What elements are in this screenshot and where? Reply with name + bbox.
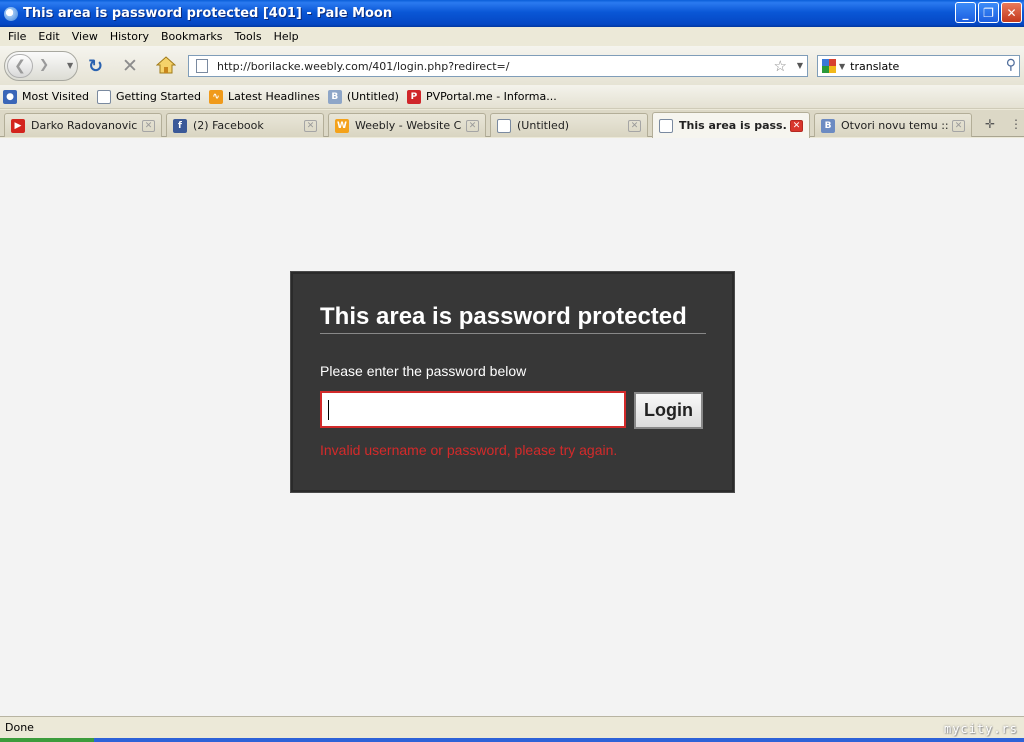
tab-facebook[interactable]: f (2) Facebook ✕ <box>166 113 324 137</box>
tab-password-protected[interactable]: This area is pass... ✕ <box>652 112 810 138</box>
bookmark-label: Latest Headlines <box>228 90 320 103</box>
menu-bookmarks[interactable]: Bookmarks <box>155 30 228 43</box>
tab-close-icon[interactable]: ✕ <box>466 119 479 132</box>
google-icon[interactable] <box>821 58 839 74</box>
tab-label: (2) Facebook <box>193 119 264 132</box>
tab-weebly[interactable]: W Weebly - Website Cr... ✕ <box>328 113 486 137</box>
taskbar-strip <box>0 738 1024 742</box>
bookmark-latest-headlines[interactable]: ∿ Latest Headlines <box>209 89 320 104</box>
weebly-favicon: W <box>335 118 349 133</box>
tab-close-icon[interactable]: ✕ <box>142 119 155 132</box>
tab-youtube[interactable]: ▶ Darko Radovanovic ... ✕ <box>4 113 162 137</box>
window-controls: _ ❐ ✕ <box>955 2 1022 23</box>
search-engine-dropdown-icon[interactable]: ▼ <box>839 62 845 71</box>
tab-label: (Untitled) <box>517 119 570 132</box>
tab-label: Otvori novu temu :: ... <box>841 119 948 132</box>
window-title-bar[interactable]: This area is password protected [401] - … <box>0 0 1024 27</box>
menu-file[interactable]: File <box>2 30 32 43</box>
tab-otvori-novu-temu[interactable]: B Otvori novu temu :: ... ✕ <box>814 113 972 137</box>
login-button[interactable]: Login <box>634 392 703 429</box>
forum-favicon: B <box>821 118 835 133</box>
error-message: Invalid username or password, please try… <box>320 442 618 458</box>
bookmark-label: Most Visited <box>22 90 89 103</box>
bookmark-star-icon[interactable]: ☆ <box>774 57 787 75</box>
forward-button[interactable]: ❯ <box>39 57 49 71</box>
reload-button[interactable]: ↻ <box>88 56 103 77</box>
tab-label: Weebly - Website Cr... <box>355 119 462 132</box>
menu-help[interactable]: Help <box>268 30 305 43</box>
login-panel: This area is password protected Please e… <box>290 271 735 493</box>
history-dropdown-icon[interactable]: ▼ <box>67 61 73 70</box>
facebook-favicon: f <box>173 118 187 133</box>
tab-label: Darko Radovanovic ... <box>31 119 138 132</box>
home-button[interactable] <box>155 56 177 77</box>
pvportal-favicon: P <box>406 89 421 104</box>
tab-close-icon[interactable]: ✕ <box>304 119 317 132</box>
tab-label: This area is pass... <box>679 119 786 132</box>
page-icon <box>96 89 111 104</box>
home-icon <box>155 56 177 74</box>
tab-untitled[interactable]: (Untitled) ✕ <box>490 113 648 137</box>
back-button[interactable]: ❮ <box>7 54 33 78</box>
back-arrow-icon: ❮ <box>14 58 26 74</box>
menu-view[interactable]: View <box>66 30 104 43</box>
maximize-button[interactable]: ❐ <box>978 2 999 23</box>
bookmark-label: Getting Started <box>115 90 201 103</box>
google-logo-icon <box>822 59 836 73</box>
url-dropdown-icon[interactable]: ▼ <box>797 61 803 70</box>
url-bar[interactable]: http://borilacke.weebly.com/401/login.ph… <box>188 55 808 77</box>
most-visited-icon: ● <box>3 89 17 104</box>
bookmark-label: PVPortal.me - Informa... <box>425 90 557 103</box>
login-prompt: Please enter the password below <box>320 363 527 379</box>
menu-tools[interactable]: Tools <box>228 30 267 43</box>
menu-bar: File Edit View History Bookmarks Tools H… <box>0 27 1024 46</box>
weebly-favicon: B <box>327 89 342 104</box>
watermark: mycity.rs <box>943 722 1018 736</box>
tab-close-icon[interactable]: ✕ <box>628 119 641 132</box>
bookmark-most-visited[interactable]: ● Most Visited <box>3 89 89 104</box>
tab-close-icon[interactable]: ✕ <box>790 119 803 132</box>
status-text: Done <box>5 721 34 734</box>
page-icon <box>659 118 673 133</box>
status-bar: Done mycity.rs <box>0 716 1024 738</box>
menu-history[interactable]: History <box>104 30 155 43</box>
new-tab-button[interactable]: ✛ <box>985 117 995 131</box>
page-icon <box>196 59 208 73</box>
password-input[interactable] <box>320 391 626 428</box>
tab-close-icon[interactable]: ✕ <box>952 119 965 132</box>
minimize-button[interactable]: _ <box>955 2 976 23</box>
bookmark-pvportal[interactable]: P PVPortal.me - Informa... <box>406 89 557 104</box>
window-title: This area is password protected [401] - … <box>23 6 393 21</box>
bookmark-label: (Untitled) <box>346 90 399 103</box>
page-icon <box>497 118 511 133</box>
menu-edit[interactable]: Edit <box>32 30 65 43</box>
search-input[interactable]: translate <box>850 60 899 73</box>
search-icon[interactable]: ⚲ <box>1006 57 1016 73</box>
youtube-favicon: ▶ <box>11 118 25 133</box>
bookmark-untitled[interactable]: B (Untitled) <box>327 89 399 104</box>
tab-strip: ▶ Darko Radovanovic ... ✕ f (2) Facebook… <box>0 110 1024 138</box>
bookmarks-toolbar: ● Most Visited Getting Started ∿ Latest … <box>0 85 1024 109</box>
bookmark-getting-started[interactable]: Getting Started <box>96 89 201 104</box>
rss-icon: ∿ <box>209 89 223 104</box>
back-forward-group: ❮ ❯ ▼ <box>4 51 78 81</box>
url-text[interactable]: http://borilacke.weebly.com/401/login.ph… <box>217 60 509 73</box>
text-caret <box>328 400 329 420</box>
list-all-tabs-icon[interactable]: ⋮ <box>1010 117 1022 131</box>
page-content: This area is password protected Please e… <box>0 138 1024 716</box>
search-bar[interactable]: ▼ translate ⚲ <box>817 55 1020 77</box>
login-title: This area is password protected <box>320 303 706 334</box>
pale-moon-icon <box>4 6 18 21</box>
close-button[interactable]: ✕ <box>1001 2 1022 23</box>
stop-button[interactable]: ✕ <box>122 55 138 77</box>
